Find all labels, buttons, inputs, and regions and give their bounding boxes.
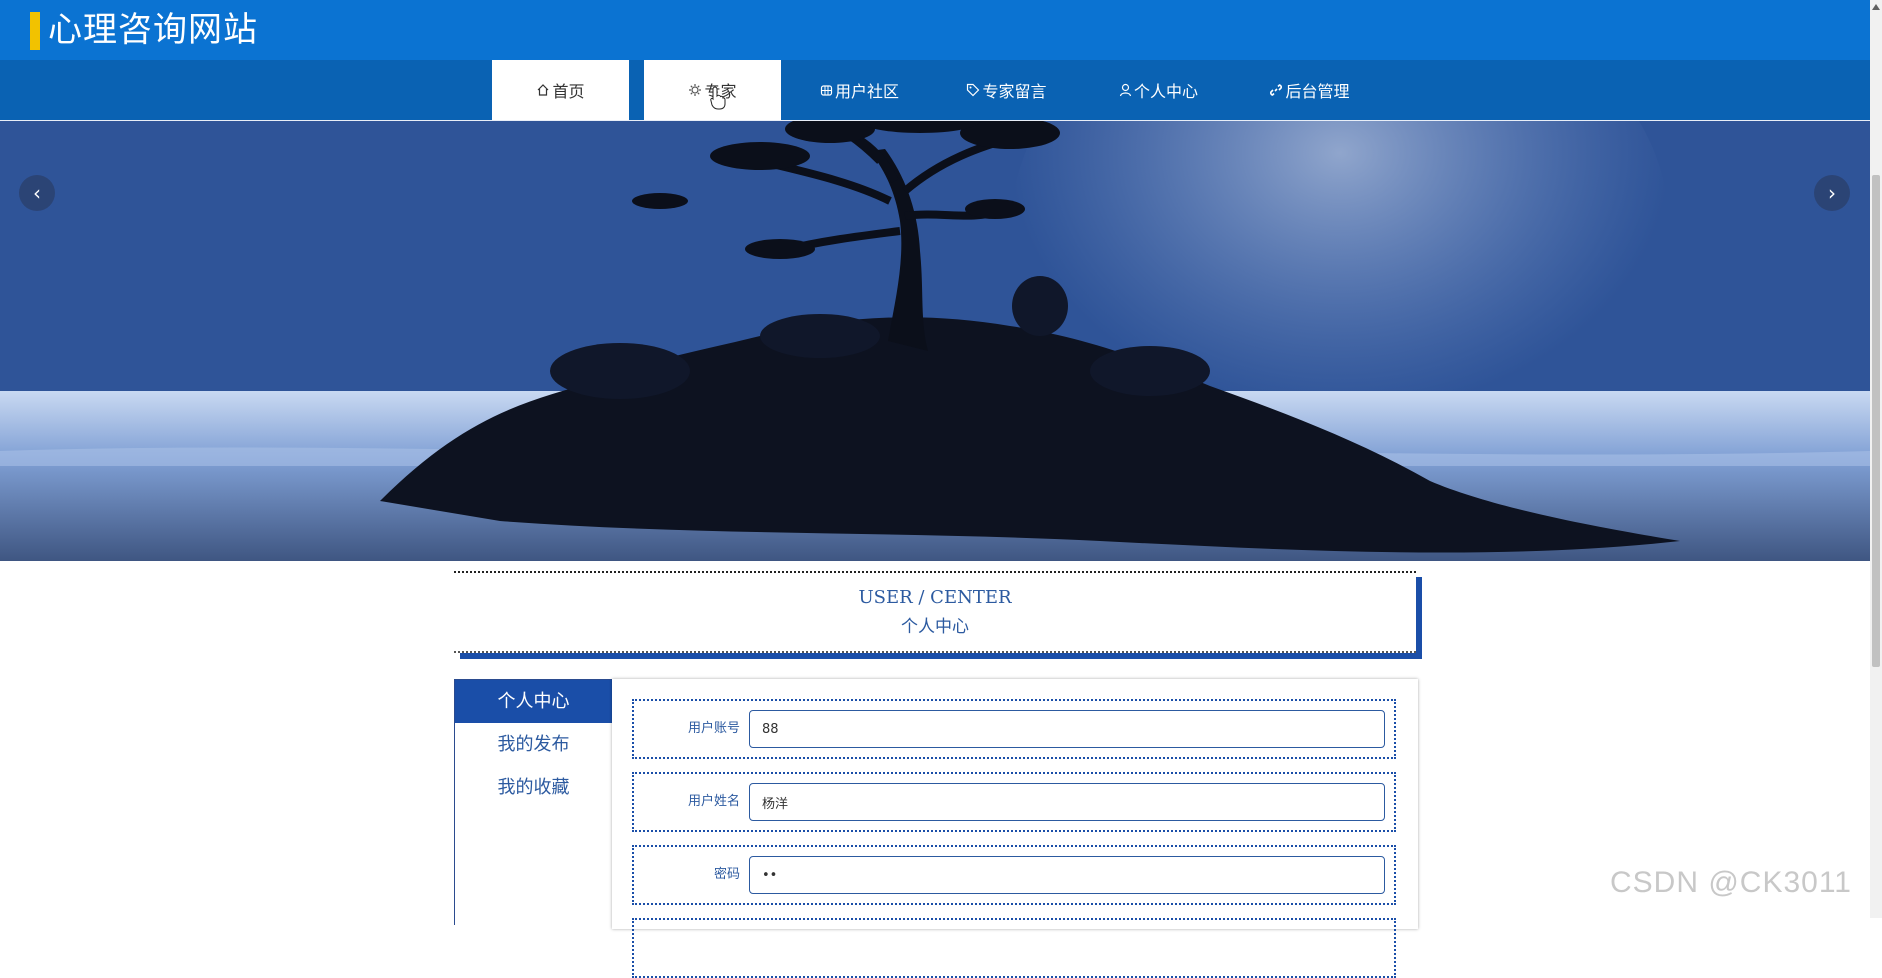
nav-label: 用户社区 xyxy=(834,82,899,101)
nav-item-admin[interactable]: 后台管理 xyxy=(1241,60,1378,120)
nav-label: 后台管理 xyxy=(1285,82,1350,101)
csdn-watermark: CSDN @CK3011 xyxy=(1610,866,1852,899)
nav-label: 首页 xyxy=(552,82,585,101)
profile-form: 用户账号 用户姓名 密码 xyxy=(612,679,1418,978)
main-nav: 首页 专家 用户社区 专家留言 个人中心 后台管理 xyxy=(0,60,1870,122)
page-scrollbar[interactable] xyxy=(1870,0,1882,918)
password-label: 密码 xyxy=(713,867,740,882)
banner-prev-button[interactable]: ‹ xyxy=(19,175,55,211)
user-icon xyxy=(1119,83,1132,97)
home-icon xyxy=(536,83,550,97)
name-input[interactable] xyxy=(749,783,1385,821)
form-row-password: 密码 xyxy=(632,845,1396,905)
section-title-en: USER / CENTER xyxy=(858,587,1012,608)
title-accent-bar xyxy=(30,12,40,50)
nav-item-community[interactable]: 用户社区 xyxy=(791,60,928,120)
grid-icon xyxy=(820,84,833,97)
section-title-zh: 个人中心 xyxy=(901,617,969,637)
site-title[interactable]: 心理咨询网站 xyxy=(48,8,258,52)
form-row-next xyxy=(632,918,1396,978)
scroll-up-icon[interactable] xyxy=(1872,4,1880,10)
user-sidebar: 个人中心 我的发布 我的收藏 xyxy=(454,679,613,925)
scroll-thumb[interactable] xyxy=(1872,175,1880,667)
gear-icon xyxy=(688,83,702,97)
section-heading: USER / CENTER 个人中心 xyxy=(454,571,1416,653)
nav-label: 专家留言 xyxy=(982,82,1047,101)
name-label: 用户姓名 xyxy=(687,794,740,809)
form-row-name: 用户姓名 xyxy=(632,772,1396,832)
link-icon xyxy=(1269,83,1283,97)
mouse-pointer-icon xyxy=(710,86,726,110)
nav-item-expert-messages[interactable]: 专家留言 xyxy=(938,60,1075,120)
chevron-left-icon: ‹ xyxy=(33,181,41,205)
account-input[interactable] xyxy=(749,710,1385,748)
chevron-right-icon: › xyxy=(1828,181,1836,205)
banner-next-button[interactable]: › xyxy=(1814,175,1850,211)
sidebar-item-my-favorites[interactable]: 我的收藏 xyxy=(455,766,612,809)
nav-item-home[interactable]: 首页 xyxy=(492,60,629,120)
site-header: 心理咨询网站 xyxy=(0,0,1870,60)
form-row-account: 用户账号 xyxy=(632,699,1396,759)
nav-label: 个人中心 xyxy=(1133,82,1198,101)
tag-icon xyxy=(966,83,980,97)
password-input[interactable] xyxy=(749,856,1385,894)
sidebar-item-personal-center[interactable]: 个人中心 xyxy=(455,680,612,723)
banner-image xyxy=(0,121,1870,561)
nav-item-personal-center[interactable]: 个人中心 xyxy=(1090,60,1227,120)
sidebar-item-my-posts[interactable]: 我的发布 xyxy=(455,723,612,766)
account-label: 用户账号 xyxy=(687,721,740,736)
hero-banner[interactable]: ‹ › xyxy=(0,121,1870,561)
